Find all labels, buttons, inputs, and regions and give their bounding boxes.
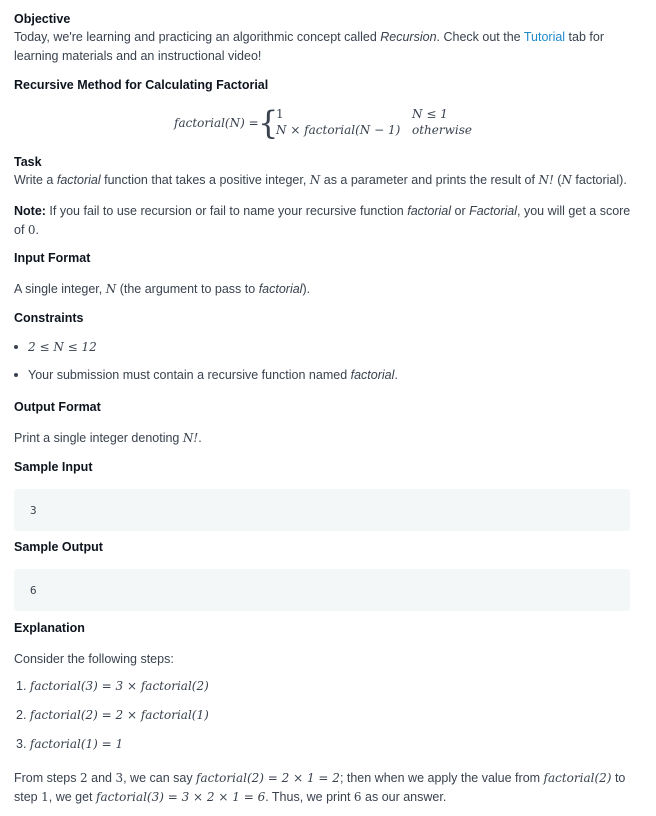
formula-case2-value: N × factorial(N − 1) <box>276 123 401 137</box>
explanation-heading: Explanation <box>14 621 85 635</box>
sample-input-heading: Sample Input <box>14 460 93 474</box>
explanation-conclusion: From steps 2 and 3, we can say factorial… <box>14 771 626 804</box>
bullet-dot <box>14 372 18 377</box>
formula-case2-condition: otherwise <box>412 123 472 137</box>
constraint-item: 2 ≤ N ≤ 12 <box>14 340 97 354</box>
sample-input-block: 3 <box>14 489 630 531</box>
explanation-step: 1. factorial(3) = 3 × factorial(2) <box>16 679 209 693</box>
task-heading: Task <box>14 155 42 169</box>
formula-lhs: factorial(N) = <box>174 116 259 130</box>
tutorial-link[interactable]: Tutorial <box>524 30 565 44</box>
objective-text: Today, we're learning and practicing an … <box>14 30 604 63</box>
input-format-text: A single integer, N (the argument to pas… <box>14 282 311 296</box>
objective-heading: Objective <box>14 12 71 26</box>
sample-output-value: 6 <box>30 584 37 597</box>
task-text: Write a factorial function that takes a … <box>14 173 627 187</box>
formula-case1-value: 1 <box>276 107 284 121</box>
explanation-step: 3. factorial(1) = 1 <box>16 737 124 751</box>
input-format-heading: Input Format <box>14 251 91 265</box>
bullet-dot <box>14 344 18 349</box>
recursion-term: Recursion <box>380 30 437 44</box>
sample-input-value: 3 <box>30 504 37 517</box>
sample-output-heading: Sample Output <box>14 540 103 554</box>
explanation-intro: Consider the following steps: <box>14 652 174 666</box>
output-format-text: Print a single integer denoting N!. <box>14 431 202 445</box>
note-label: Note: <box>14 204 46 218</box>
recursive-method-heading: Recursive Method for Calculating Factori… <box>14 78 269 92</box>
output-format-heading: Output Format <box>14 400 101 414</box>
constraints-heading: Constraints <box>14 311 84 325</box>
constraint-item: Your submission must contain a recursive… <box>14 368 398 382</box>
explanation-step: 2. factorial(2) = 2 × factorial(1) <box>16 708 209 722</box>
factorial-formula: factorial(N) = { 1 N × factorial(N − 1) … <box>174 104 494 146</box>
sample-output-block: 6 <box>14 569 630 611</box>
note-text: Note: If you fail to use recursion or fa… <box>14 204 631 237</box>
formula-case1-condition: N ≤ 1 <box>412 107 448 121</box>
